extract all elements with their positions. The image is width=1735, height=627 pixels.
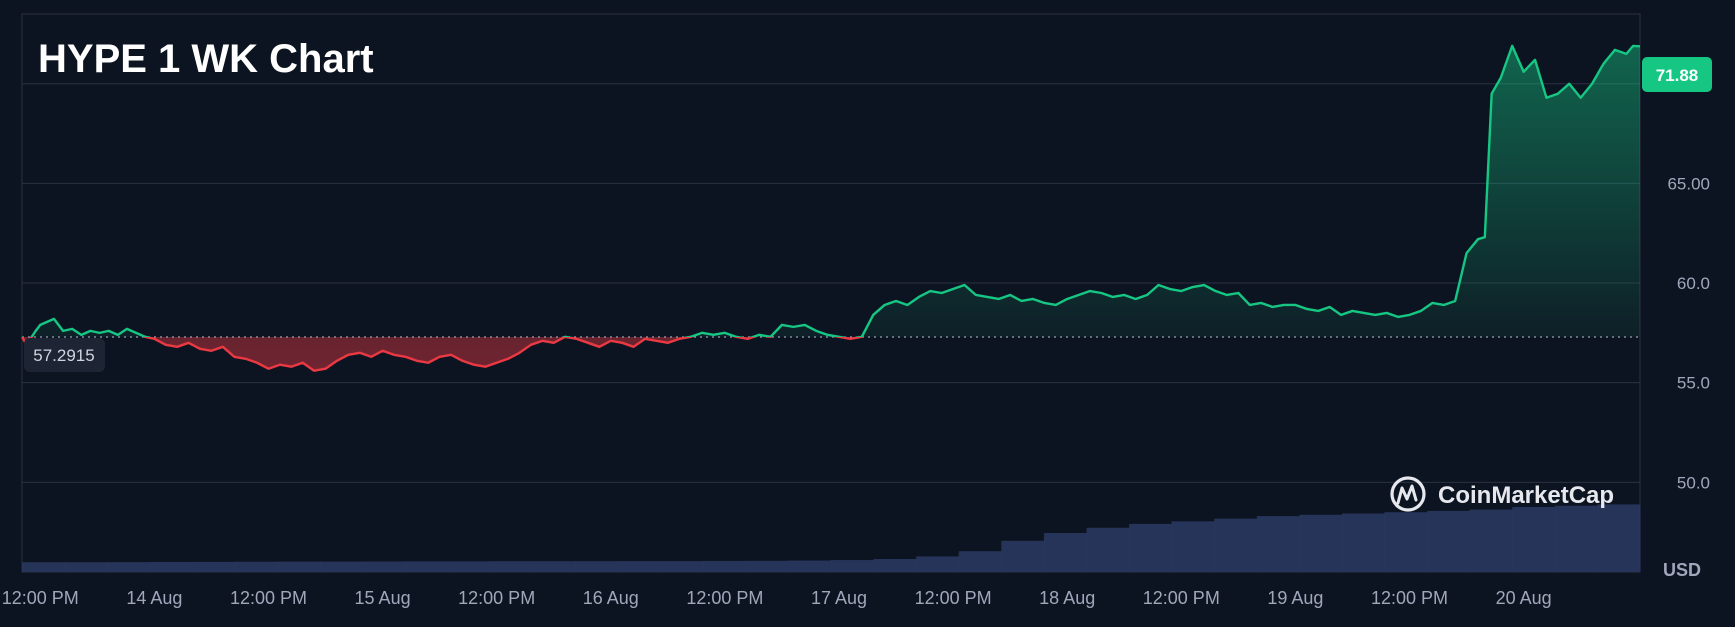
y-tick-label: 50.0 — [1677, 473, 1710, 492]
volume-bar — [1597, 504, 1641, 572]
volume-bar — [831, 560, 875, 572]
volume-bar — [788, 560, 832, 572]
volume-bar — [64, 562, 108, 572]
x-tick-label: 16 Aug — [583, 588, 639, 608]
x-tick-label: 12:00 PM — [458, 588, 535, 608]
volume-bar — [1554, 505, 1598, 572]
volume-bar — [1341, 513, 1386, 572]
volume-bar — [320, 561, 364, 572]
baseline-value: 57.2915 — [33, 346, 94, 365]
volume-bar — [149, 561, 193, 572]
x-tick-label: 18 Aug — [1039, 588, 1095, 608]
price-chart: HYPE 1 WK Chart 70.0065.0060.055.050.0 1… — [0, 0, 1735, 627]
volume-bar — [107, 562, 151, 572]
volume-bar — [618, 561, 662, 572]
last-price-badge: 71.88 — [1642, 57, 1712, 92]
x-tick-label: 12:00 PM — [915, 588, 992, 608]
x-tick-label: 12:00 PM — [2, 588, 79, 608]
volume-bar — [234, 561, 278, 572]
volume-bar — [532, 561, 577, 572]
volume-bar — [1427, 510, 1471, 572]
volume-bar — [1171, 521, 1215, 572]
x-tick-label: 15 Aug — [355, 588, 411, 608]
volume-bar — [1001, 540, 1045, 572]
volume-bar — [703, 560, 747, 572]
brand-name: CoinMarketCap — [1438, 482, 1614, 509]
x-tick-label: 19 Aug — [1267, 588, 1323, 608]
volume-bar — [490, 561, 534, 572]
y-tick-label: 60.0 — [1677, 274, 1710, 293]
volume-bar — [1469, 509, 1513, 572]
x-tick-label: 17 Aug — [811, 588, 867, 608]
volume-bar — [1214, 518, 1258, 572]
volume-bar — [22, 562, 66, 572]
last-price-value: 71.88 — [1656, 66, 1699, 85]
volume-bar — [745, 560, 789, 572]
x-tick-label: 20 Aug — [1496, 588, 1552, 608]
volume-bar — [1299, 514, 1343, 572]
unit-label: USD — [1663, 560, 1701, 580]
volume-bar — [1043, 533, 1087, 572]
volume-bar — [277, 561, 321, 572]
y-tick-label: 65.00 — [1667, 174, 1710, 193]
volume-bar — [1129, 523, 1173, 572]
volume-bar — [1384, 512, 1428, 572]
x-tick-label: 12:00 PM — [1143, 588, 1220, 608]
baseline-badge: 57.2915 — [24, 338, 105, 372]
volume-bar — [958, 551, 1002, 572]
x-tick-label: 12:00 PM — [1371, 588, 1448, 608]
volume-bar — [873, 559, 917, 572]
y-tick-label: 55.0 — [1677, 374, 1710, 393]
volume-bar — [192, 561, 236, 572]
x-tick-label: 14 Aug — [126, 588, 182, 608]
volume-bar — [1256, 516, 1300, 572]
volume-bar — [447, 561, 491, 572]
volume-bar — [405, 561, 449, 572]
volume-bar — [362, 561, 406, 572]
chart-title: HYPE 1 WK Chart — [38, 37, 374, 81]
volume-bar — [575, 561, 619, 572]
volume-bar — [916, 556, 960, 572]
volume-bar — [1512, 507, 1556, 572]
x-tick-label: 12:00 PM — [686, 588, 763, 608]
volume-bar — [1086, 527, 1130, 572]
x-tick-label: 12:00 PM — [230, 588, 307, 608]
volume-bar — [660, 561, 704, 572]
